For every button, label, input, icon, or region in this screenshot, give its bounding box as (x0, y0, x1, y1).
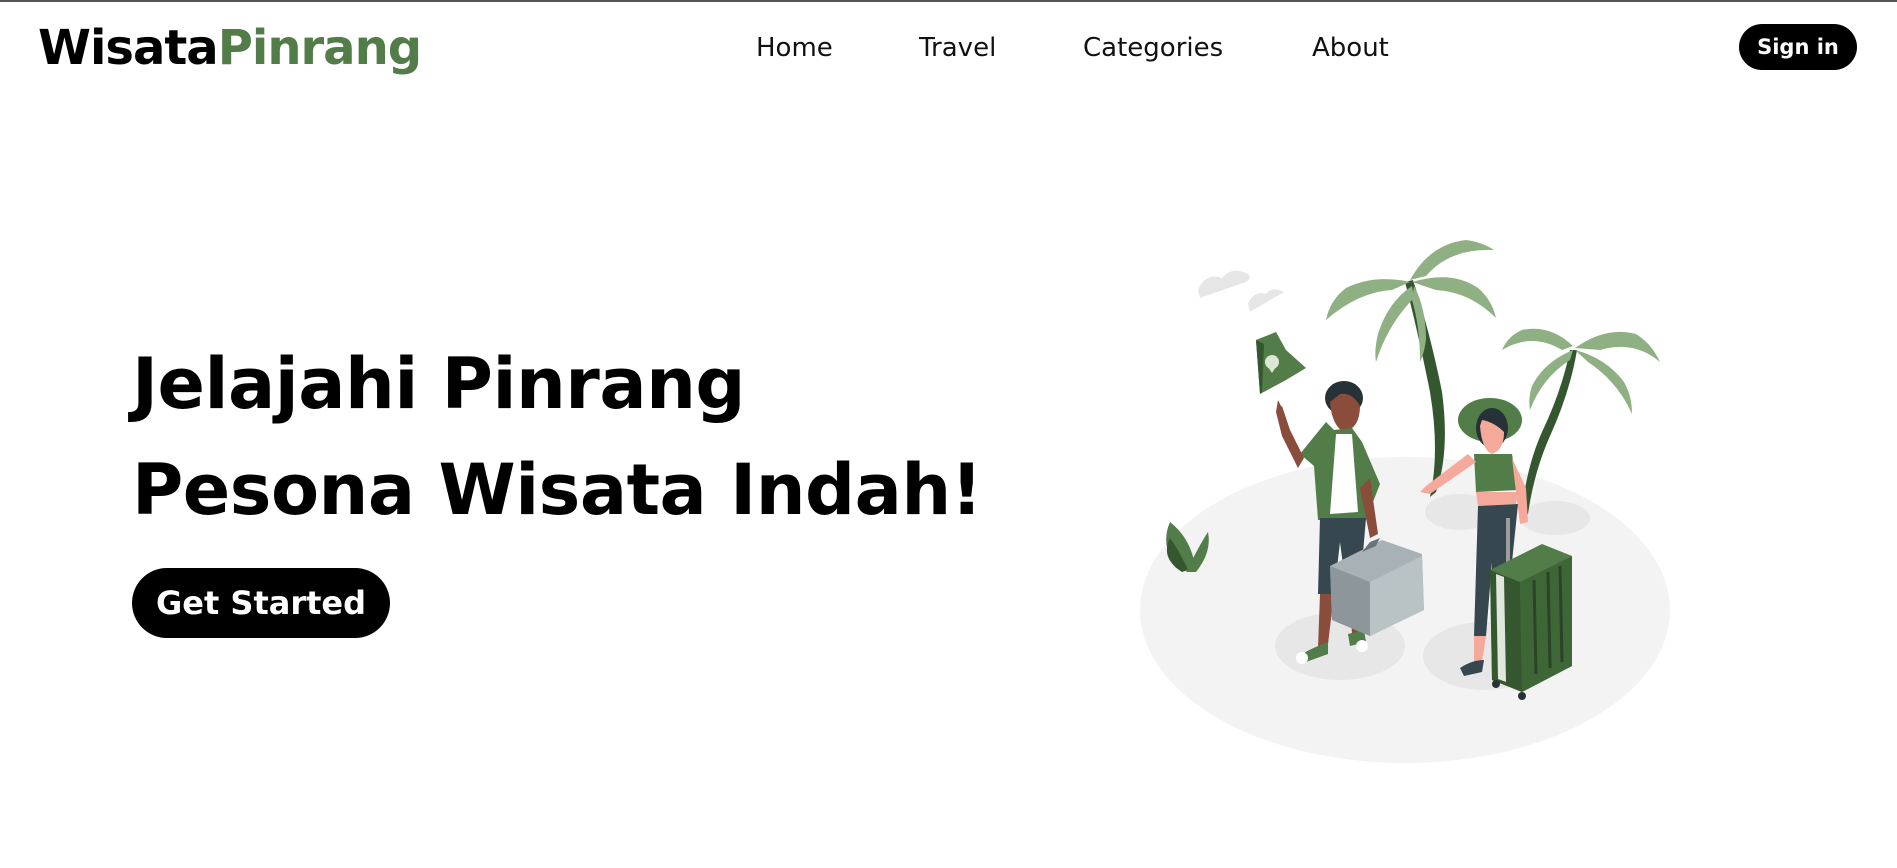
main-nav: Home Travel Categories About (0, 28, 1897, 68)
palm-tree-small (1502, 328, 1660, 514)
sign-in-button[interactable]: Sign in (1739, 24, 1857, 70)
hero-title-line2: Pesona Wisata Indah! (132, 449, 983, 531)
nav-link-categories[interactable]: Categories (1083, 28, 1223, 68)
nav-link-travel[interactable]: Travel (919, 28, 996, 68)
location-pin-icon (1256, 332, 1306, 394)
get-started-button[interactable]: Get Started (132, 568, 390, 638)
nav-link-home[interactable]: Home (756, 28, 833, 68)
travelers-illustration (1140, 240, 1670, 763)
cloud-icon (1198, 270, 1284, 312)
nav-link-about[interactable]: About (1312, 28, 1389, 68)
hero-title-line1: Jelajahi Pinrang (132, 343, 746, 425)
